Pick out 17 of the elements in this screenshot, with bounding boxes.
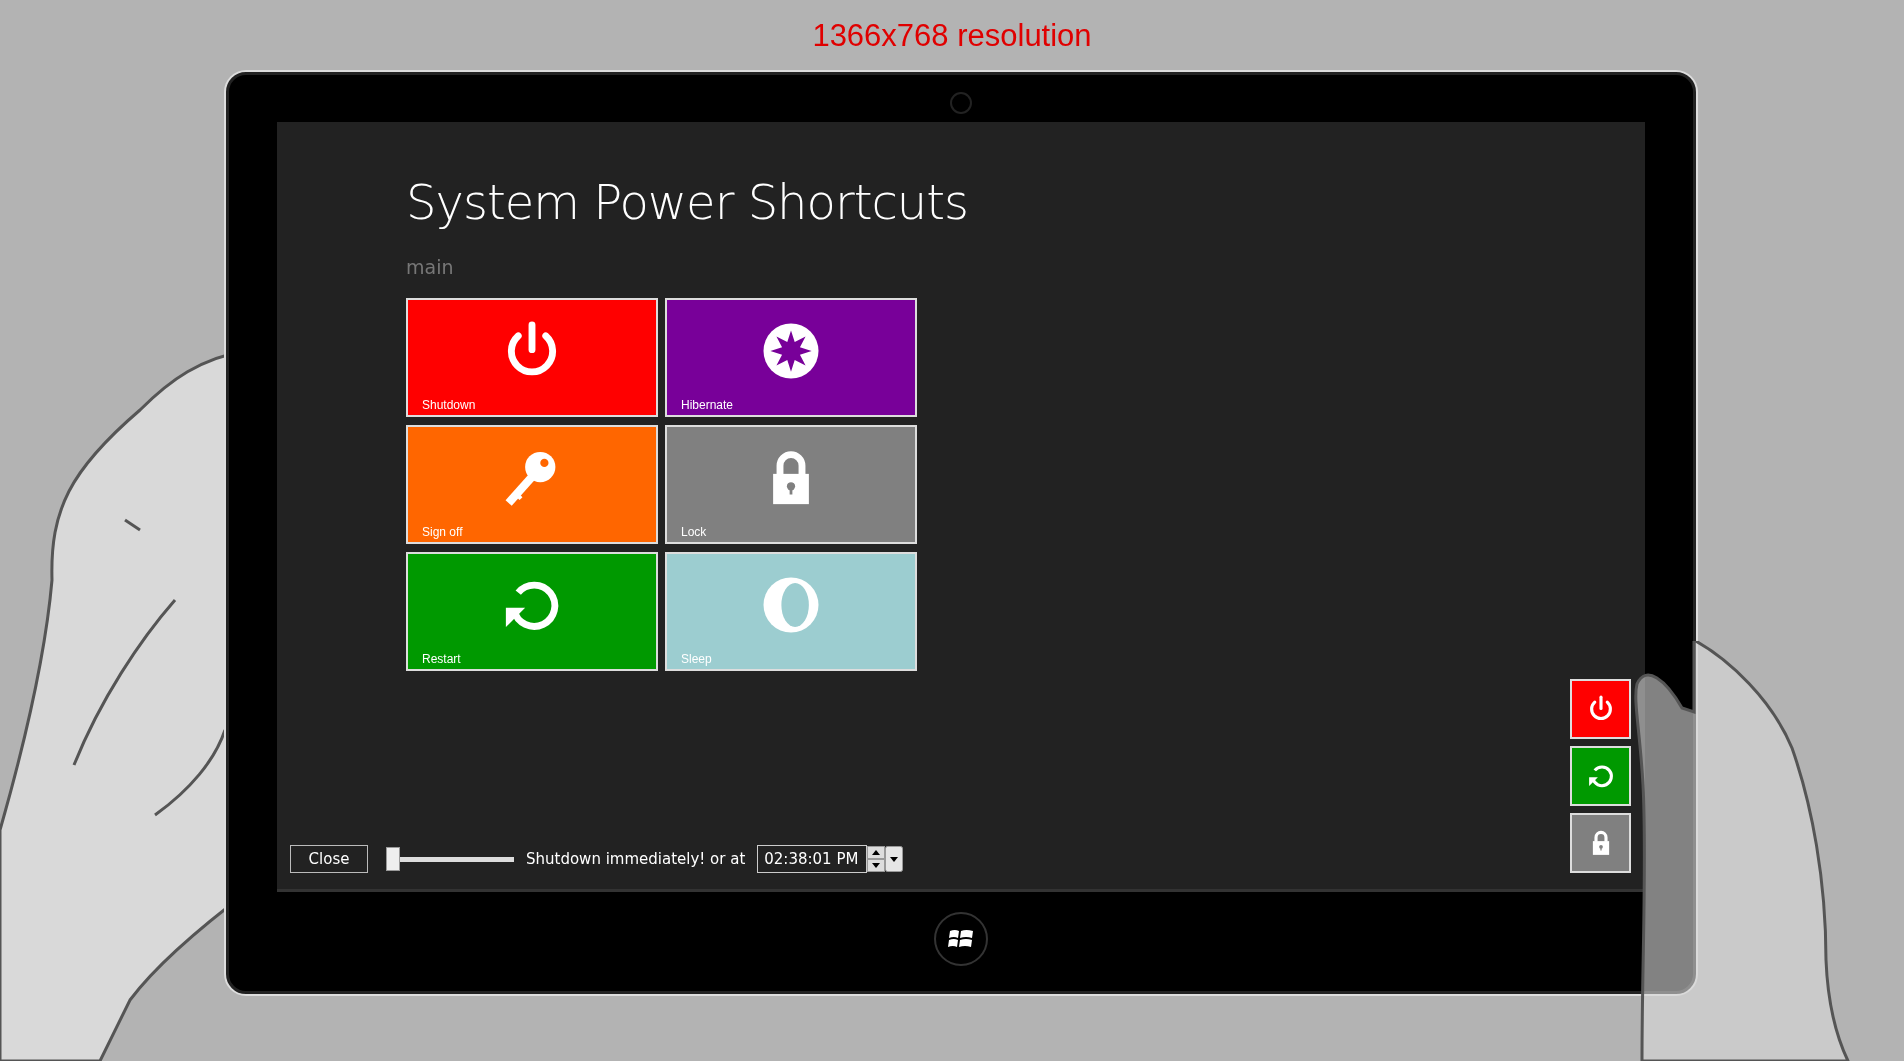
resolution-caption: 1366x768 resolution — [811, 17, 1093, 55]
app-title: System Power Shortcuts — [406, 174, 970, 230]
tile-button[interactable]: Hibernate — [665, 298, 917, 417]
quick-button[interactable] — [1570, 813, 1631, 873]
quick-button[interactable] — [1570, 679, 1631, 739]
delay-label: Shutdown immediately! or at — [526, 850, 746, 868]
tile-button[interactable]: Restart — [406, 552, 658, 671]
tile-button[interactable]: Lock — [665, 425, 917, 544]
tile-button[interactable]: Sign off — [406, 425, 658, 544]
tile-button[interactable]: Shutdown — [406, 298, 658, 417]
section-label: main — [406, 256, 455, 278]
slider-thumb[interactable] — [386, 847, 400, 871]
close-button[interactable]: Close — [290, 845, 368, 873]
camera-icon — [950, 92, 972, 114]
quick-button[interactable] — [1570, 746, 1631, 806]
windows-button[interactable] — [934, 912, 988, 966]
time-field[interactable]: 02:38:01 PM — [757, 845, 868, 873]
